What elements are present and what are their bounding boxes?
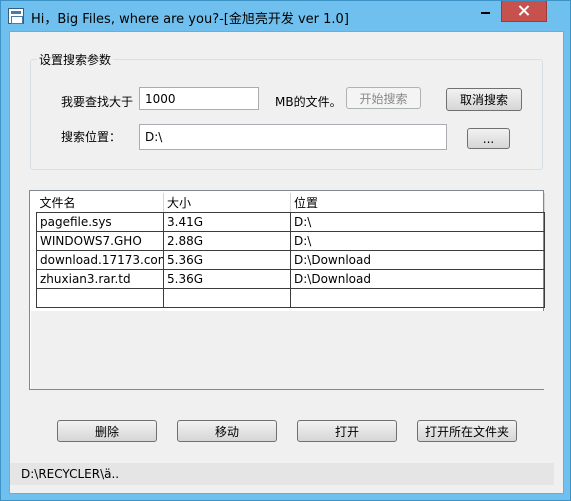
size-input[interactable] [139,87,259,110]
search-params-legend: 设置搜索参数 [39,53,112,67]
start-search-button[interactable]: 开始搜索 [346,87,421,109]
cell-size[interactable]: 5.36G [163,268,291,289]
delete-button[interactable]: 删除 [57,420,157,442]
cell-location[interactable]: D:\ [290,211,545,232]
cell-filename[interactable] [36,287,164,308]
table-header-row: 文件名 大小 位置 [36,193,545,213]
app-window-icon [8,8,24,24]
grid-empty-area [31,311,544,389]
cancel-search-button[interactable]: 取消搜索 [446,88,522,111]
cell-location[interactable] [290,287,545,308]
cell-filename[interactable]: WINDOWS7.GHO [36,230,164,251]
title-bar[interactable]: Hi，Big Files, where are you?-[金旭亮开发 ver … [1,1,570,31]
browse-button[interactable]: ... [467,128,510,149]
cell-filename[interactable]: pagefile.sys [36,211,164,232]
cell-size[interactable]: 5.36G [163,249,291,270]
table-row[interactable]: WINDOWS7.GHO 2.88G D:\ [36,230,545,251]
location-label: 搜索位置： [61,130,122,144]
location-input[interactable] [139,124,447,150]
cell-filename[interactable]: download.17173.com_… [36,249,164,270]
cell-size[interactable] [163,287,291,308]
table-row[interactable]: pagefile.sys 3.41G D:\ [36,211,545,232]
open-folder-button[interactable]: 打开所在文件夹 [417,420,517,442]
column-header-location[interactable]: 位置 [290,193,545,213]
table-row-new[interactable] [36,287,545,308]
close-button[interactable] [501,1,547,22]
cell-filename[interactable]: zhuxian3.rar.td [36,268,164,289]
file-table: 文件名 大小 位置 pagefile.sys 3.41G D:\ WINDOWS… [36,193,545,308]
cell-location[interactable]: D:\Download [290,249,545,270]
status-text: D:\RECYCLER\ä.. [21,467,120,481]
file-list-grid[interactable]: 文件名 大小 位置 pagefile.sys 3.41G D:\ WINDOWS… [29,190,545,390]
cell-location[interactable]: D:\ [290,230,545,251]
cell-size[interactable]: 2.88G [163,230,291,251]
size-unit-label: MB的文件。 [275,95,342,109]
cell-size[interactable]: 3.41G [163,211,291,232]
open-button[interactable]: 打开 [297,420,397,442]
table-row[interactable]: download.17173.com_… 5.36G D:\Download [36,249,545,270]
column-header-filename[interactable]: 文件名 [36,193,164,213]
column-header-size[interactable]: 大小 [163,193,291,213]
table-row[interactable]: zhuxian3.rar.td 5.36G D:\Download [36,268,545,289]
status-bar: D:\RECYCLER\ä.. [10,463,554,485]
cell-location[interactable]: D:\Download [290,268,545,289]
window-title: Hi，Big Files, where are you?-[金旭亮开发 ver … [31,12,349,27]
client-area: 设置搜索参数 我要查找大于 MB的文件。 开始搜索 取消搜索 搜索位置： ...… [9,31,564,494]
size-label: 我要查找大于 [61,95,134,109]
move-button[interactable]: 移动 [177,420,277,442]
minimize-button[interactable] [471,1,499,22]
app-window: Hi，Big Files, where are you?-[金旭亮开发 ver … [0,0,571,501]
